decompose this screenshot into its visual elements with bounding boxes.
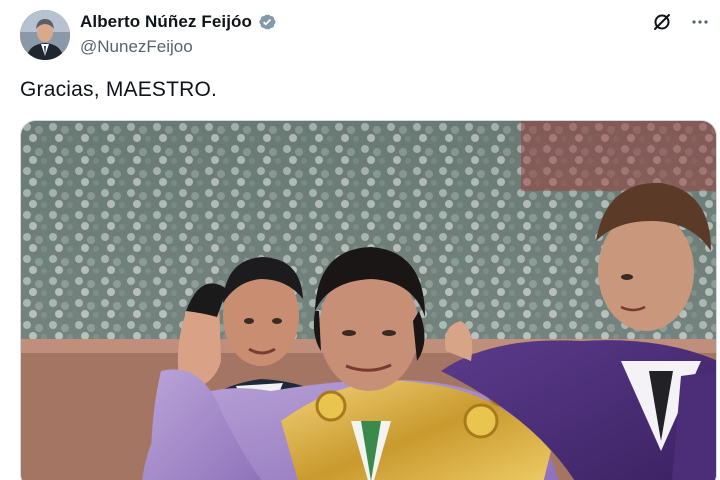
- avatar[interactable]: [20, 10, 70, 60]
- tweet-top-actions: [650, 10, 712, 34]
- verified-badge-icon[interactable]: [257, 12, 277, 32]
- photo-bullfighters: [21, 121, 716, 480]
- author-block: Alberto Núñez Feijóo @NunezFeijoo: [80, 10, 277, 57]
- author-handle[interactable]: @NunezFeijoo: [80, 37, 277, 57]
- tweet-card: Alberto Núñez Feijóo @NunezFeijoo Gracia…: [0, 0, 720, 480]
- more-icon[interactable]: [688, 10, 712, 34]
- author-name-row: Alberto Núñez Feijóo: [80, 10, 277, 34]
- author-display-name[interactable]: Alberto Núñez Feijóo: [80, 12, 252, 32]
- avatar-image: [20, 10, 70, 60]
- tweet-photo[interactable]: [20, 120, 717, 480]
- tweet-text: Gracias, MAESTRO.: [20, 78, 218, 101]
- grok-icon[interactable]: [650, 10, 674, 34]
